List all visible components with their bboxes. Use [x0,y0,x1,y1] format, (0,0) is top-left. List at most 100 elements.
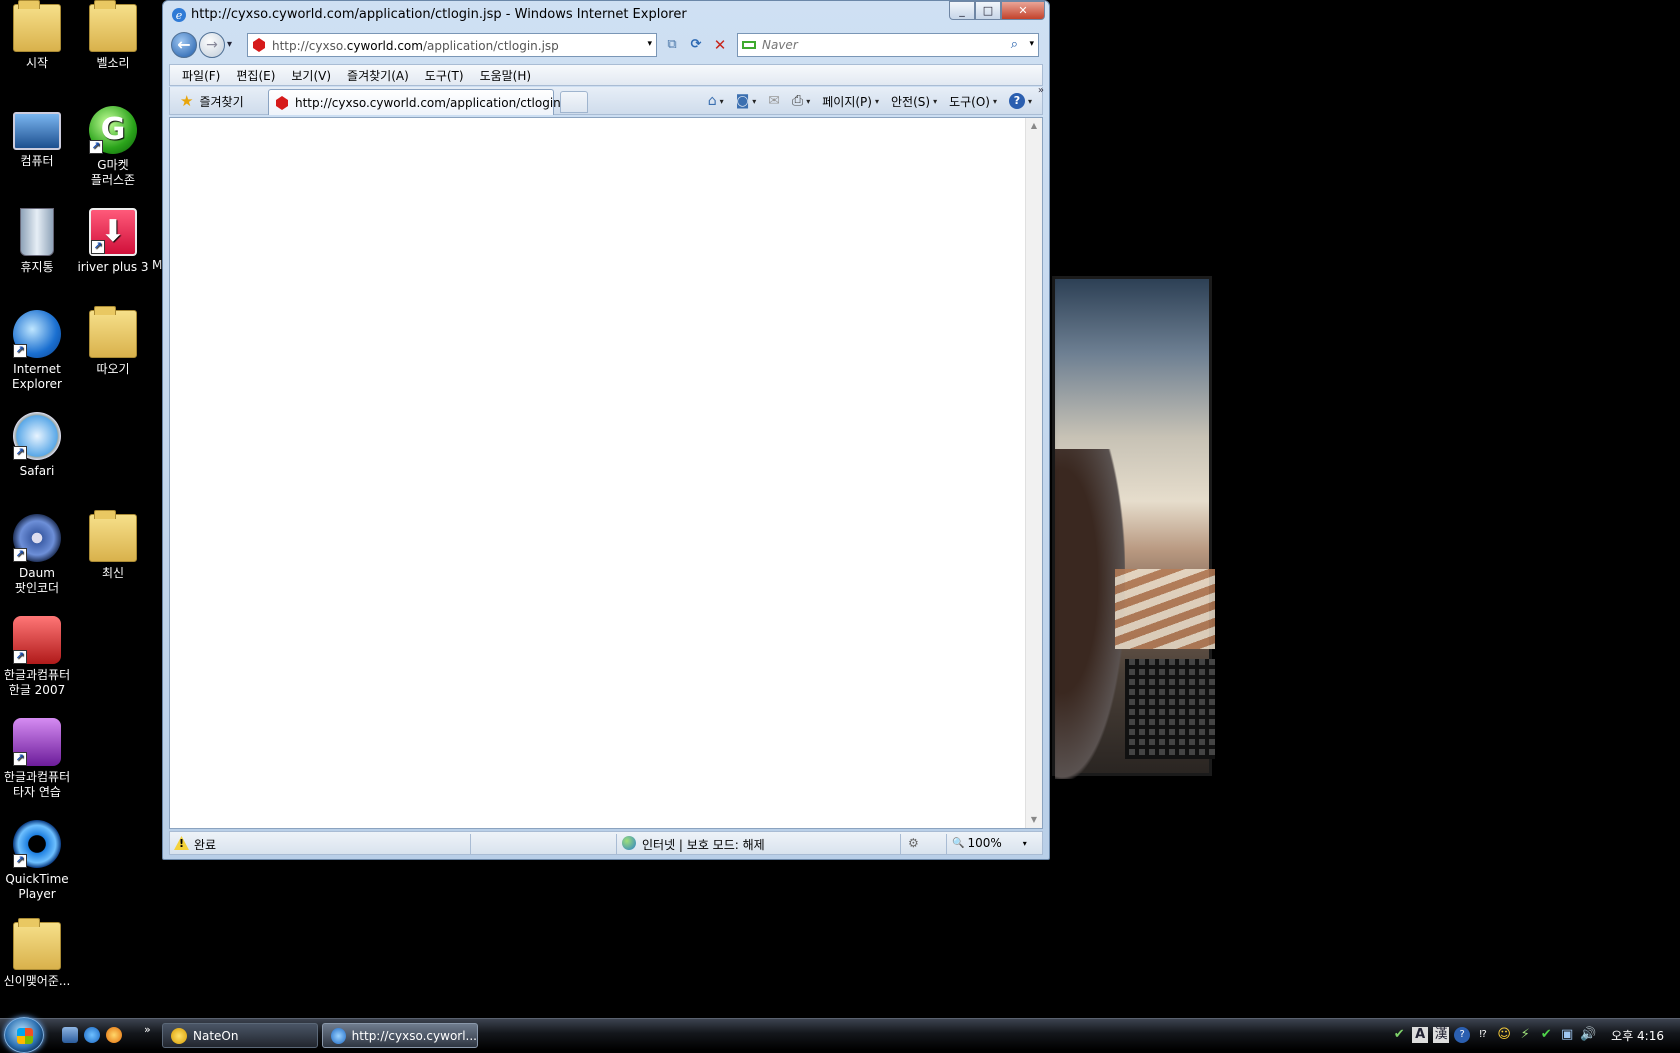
maximize-button[interactable]: □ [975,1,1001,20]
scroll-down-arrow[interactable]: ▼ [1026,812,1042,828]
quicktime-icon: ↗ [13,820,61,868]
help-icon[interactable]: ? [1454,1027,1471,1043]
search-box[interactable]: ⌕ ▾ [737,33,1039,57]
hanja-icon[interactable]: 漢 [1433,1027,1450,1043]
desktop-icon-computer[interactable]: 컴퓨터 [0,106,74,169]
safety-menu-button[interactable]: 안전(S) ▾ [887,93,941,110]
recent-pages-dropdown[interactable]: ▾ [227,39,232,50]
desktop-icon-iriver[interactable]: ⬇ ↗ iriver plus 3 [76,208,150,275]
address-dropdown-icon[interactable]: ▾ [647,39,652,49]
media-player-icon[interactable] [106,1027,122,1043]
desktop-icon-internet-explorer[interactable]: ↗ Internet Explorer [0,310,74,392]
shortcut-arrow-icon: ↗ [13,344,27,358]
shortcut-arrow-icon: ↗ [91,240,105,254]
minimize-button[interactable]: _ [949,1,975,20]
desktop-icon-latest[interactable]: 최신 [76,510,150,581]
chevron-down-icon: ▾ [992,96,997,106]
messenger-smiley-icon[interactable]: ☺ [1496,1027,1512,1043]
taskbar-button-nateon[interactable]: NateOn [162,1023,318,1048]
internet-explorer-icon: ↗ [13,310,61,358]
taskbar-button-internet-explorer[interactable]: http://cyxso.cyworl... [322,1023,478,1048]
desktop-icon-ttaogi[interactable]: 따오기 [76,306,150,377]
folder-icon [89,510,137,562]
menu-file[interactable]: 파일(F) [174,67,228,84]
shortcut-arrow-icon: ↗ [13,854,27,868]
internet-explorer-icon [331,1027,346,1044]
folder-icon [13,918,61,970]
search-options-dropdown[interactable]: ▾ [1029,39,1034,49]
menu-bar: 파일(F) 편집(E) 보기(V) 즐겨찾기(A) 도구(T) 도움말(H) [169,64,1043,86]
menu-view[interactable]: 보기(V) [283,67,339,84]
clock[interactable]: 오후 4:16 [1611,1027,1664,1044]
address-bar[interactable]: http://cyxso.cyworld.com/application/ctl… [247,33,657,57]
desktop-icon-quicktime[interactable]: ↗ QuickTime Player [0,820,74,902]
desktop-icon-label: 컴퓨터 [20,154,54,168]
desktop-icon-daum-encoder[interactable]: ↗ Daum 팟인코더 [0,514,74,596]
favorites-button[interactable]: ★ 즐겨찾기 [174,90,250,112]
feeds-button[interactable]: ◙ ▾ [732,93,761,109]
star-icon: ★ [180,92,194,110]
ime-mode-icon[interactable]: A [1412,1027,1429,1043]
menu-edit[interactable]: 편집(E) [228,67,283,84]
show-desktop-icon[interactable] [62,1027,78,1043]
desktop-icon-label: 최신 [101,566,125,580]
stop-button[interactable]: ✕ [709,34,731,56]
desktop-icon-ringtone[interactable]: 벨소리 [76,0,150,71]
close-button[interactable]: ✕ [1001,1,1045,20]
mail-button[interactable]: ✉ [764,93,784,109]
chevron-down-icon: ▾ [933,96,938,106]
network-icon[interactable]: ▣ [1559,1027,1575,1043]
tray-check-icon[interactable]: ✔ [1538,1027,1554,1043]
shortcut-arrow-icon: ↗ [13,752,27,766]
scroll-up-arrow[interactable]: ▲ [1026,118,1042,134]
desktop-icon-recycle-bin[interactable]: 휴지통 [0,208,74,275]
photo-gadget[interactable] [1052,276,1215,779]
search-icon[interactable]: ⌕ [1011,37,1018,52]
search-input[interactable] [762,37,992,53]
zoom-level: 100% [967,836,1002,850]
desktop-icon-start[interactable]: 시작 [0,0,74,71]
menu-favorites[interactable]: 즐겨찾기(A) [339,67,417,84]
start-button[interactable] [4,1017,44,1053]
desktop-icon-typing-practice[interactable]: ↗ 한글과컴퓨터 타자 연습 [0,718,74,800]
svg-text:e: e [176,9,183,22]
new-tab-button[interactable] [560,91,588,113]
naver-engine-icon [742,41,756,49]
desktop-icon-hangul-2007[interactable]: ↗ 한글과컴퓨터 한글 2007 [0,616,74,698]
page-content[interactable]: ▲ ▼ [169,117,1043,829]
back-button[interactable]: ← [171,32,197,58]
volume-icon[interactable]: 🔊 [1580,1027,1596,1043]
menu-tools[interactable]: 도구(T) [417,67,472,84]
desktop-icon-label: QuickTime Player [5,872,69,901]
desktop-icon-label: 한글과컴퓨터 한글 2007 [3,668,71,697]
shortcut-arrow-icon: ↗ [13,548,27,562]
compatibility-view-button[interactable]: ⧉ [661,34,683,56]
zoom-level-button[interactable]: 🔍 100% ▾ [952,836,1027,850]
quick-launch-overflow[interactable]: » [144,1023,151,1036]
vertical-scrollbar[interactable]: ▲ ▼ [1025,118,1042,828]
security-zone-text[interactable]: 인터넷 | 보호 모드: 해제 [642,836,765,853]
forward-button[interactable]: → [199,32,225,58]
print-button[interactable]: ⎙ ▾ [788,93,814,109]
tab-active[interactable]: http://cyxso.cyworld.com/application/ctl… [268,89,582,115]
desktop-icon-gmarket[interactable]: G ↗ G마켓 플러스존 [76,106,150,188]
refresh-button[interactable]: ⟳ [685,34,707,56]
menu-help[interactable]: 도움말(H) [472,67,540,84]
power-icon[interactable]: ⚡ [1517,1027,1533,1043]
home-button[interactable]: ⌂ ▾ [704,93,728,109]
page-menu-button[interactable]: 페이지(P) ▾ [818,93,883,110]
address-url[interactable]: http://cyxso.cyworld.com/application/ctl… [272,39,559,53]
tray-check-icon[interactable]: ✔ [1391,1027,1407,1043]
browser-window[interactable]: e http://cyxso.cyworld.com/application/c… [162,0,1050,860]
internet-explorer-icon[interactable] [84,1027,100,1043]
desktop-icon-folder-sin[interactable]: 신이맺어준... [0,918,74,989]
hangul-app-icon: ↗ [13,616,61,664]
tools-menu-button[interactable]: 도구(O) ▾ [945,93,1001,110]
desktop-icon-safari[interactable]: ↗ Safari [0,412,74,479]
protected-mode-icon[interactable]: ⚙ [908,836,919,850]
desktop-icon-label: 신이맺어준... [3,974,71,988]
help-button[interactable]: ? ▾ [1005,93,1036,109]
toolbar-overflow-chevron[interactable]: » [1038,85,1044,96]
language-options-icon[interactable]: ⁉ [1475,1027,1491,1043]
title-bar[interactable]: e http://cyxso.cyworld.com/application/c… [163,1,1049,29]
